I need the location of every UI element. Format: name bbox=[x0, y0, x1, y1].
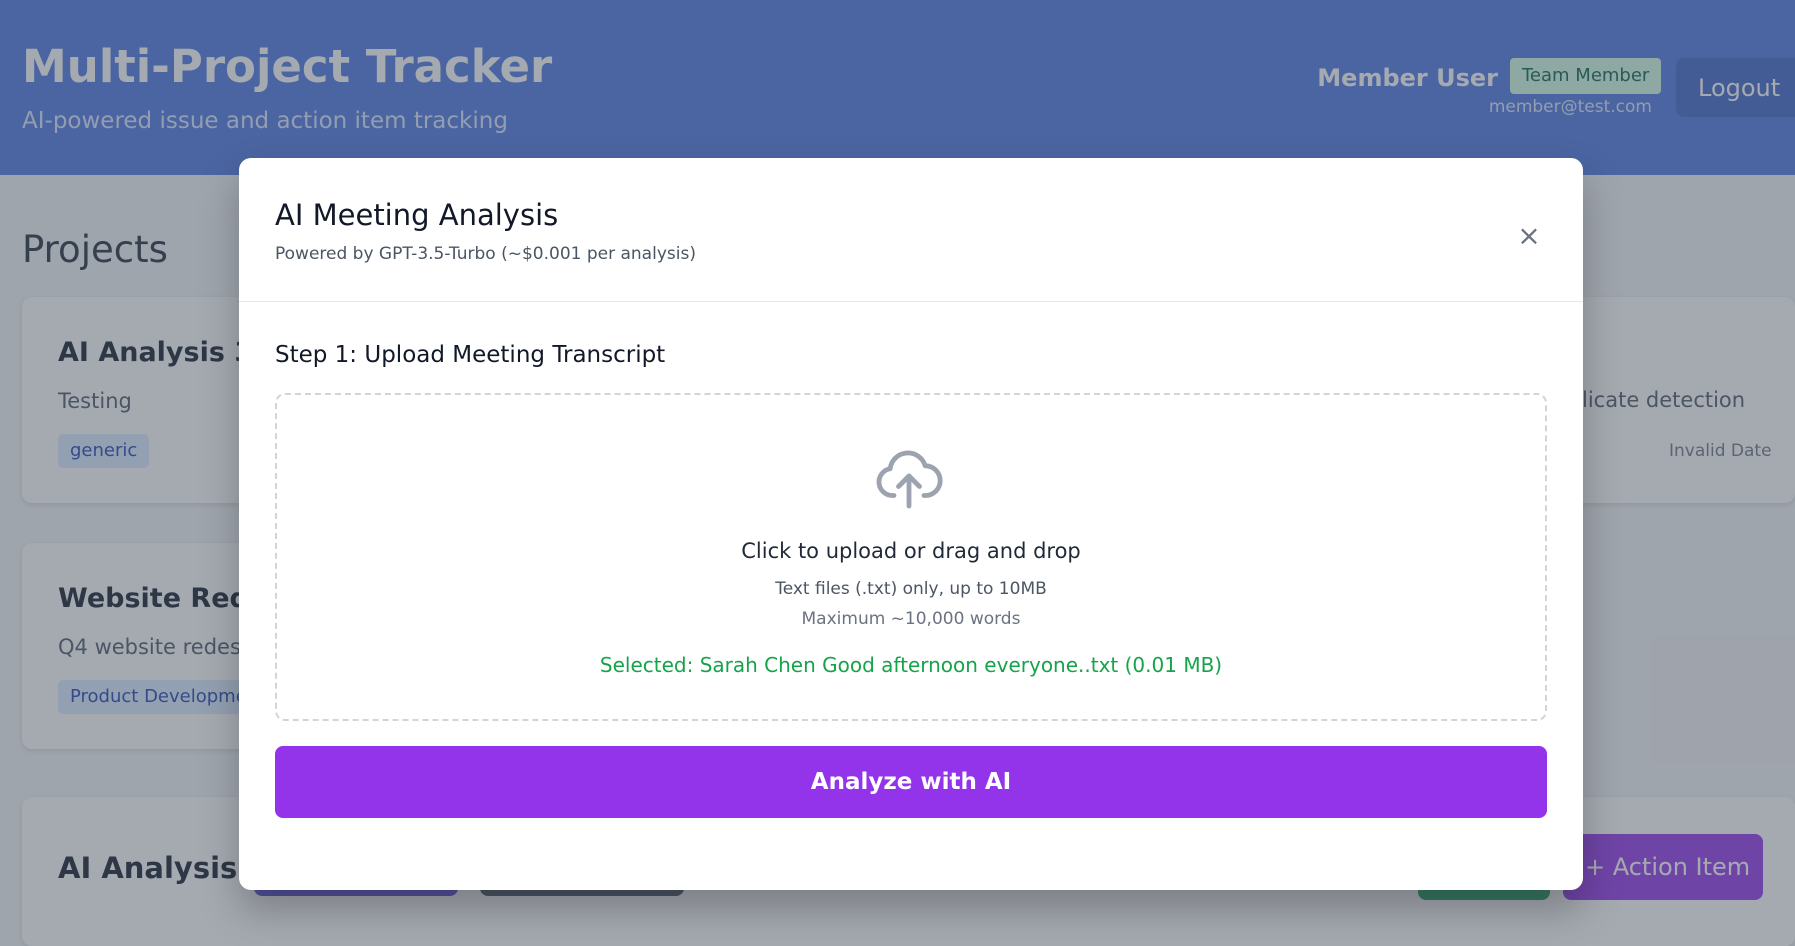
dropzone-instruction: Click to upload or drag and drop bbox=[741, 539, 1081, 563]
page: Multi-Project Tracker AI-powered issue a… bbox=[0, 0, 1795, 946]
dropzone-file-types: Text files (.txt) only, up to 10MB bbox=[775, 579, 1047, 599]
dropzone-word-limit: Maximum ~10,000 words bbox=[801, 609, 1021, 629]
selected-file-label: Selected: Sarah Chen Good afternoon ever… bbox=[599, 653, 1223, 677]
close-icon[interactable]: × bbox=[1513, 220, 1545, 252]
analyze-with-ai-button[interactable]: Analyze with AI bbox=[275, 746, 1547, 818]
modal-subtitle: Powered by GPT-3.5-Turbo (~$0.001 per an… bbox=[275, 244, 696, 264]
cloud-upload-icon bbox=[876, 450, 943, 509]
ai-analysis-modal: AI Meeting Analysis Powered by GPT-3.5-T… bbox=[239, 158, 1583, 890]
modal-header: AI Meeting Analysis Powered by GPT-3.5-T… bbox=[239, 158, 1583, 302]
step-title: Step 1: Upload Meeting Transcript bbox=[275, 342, 666, 368]
file-dropzone[interactable]: Click to upload or drag and drop Text fi… bbox=[275, 393, 1547, 721]
modal-title: AI Meeting Analysis bbox=[275, 198, 559, 232]
